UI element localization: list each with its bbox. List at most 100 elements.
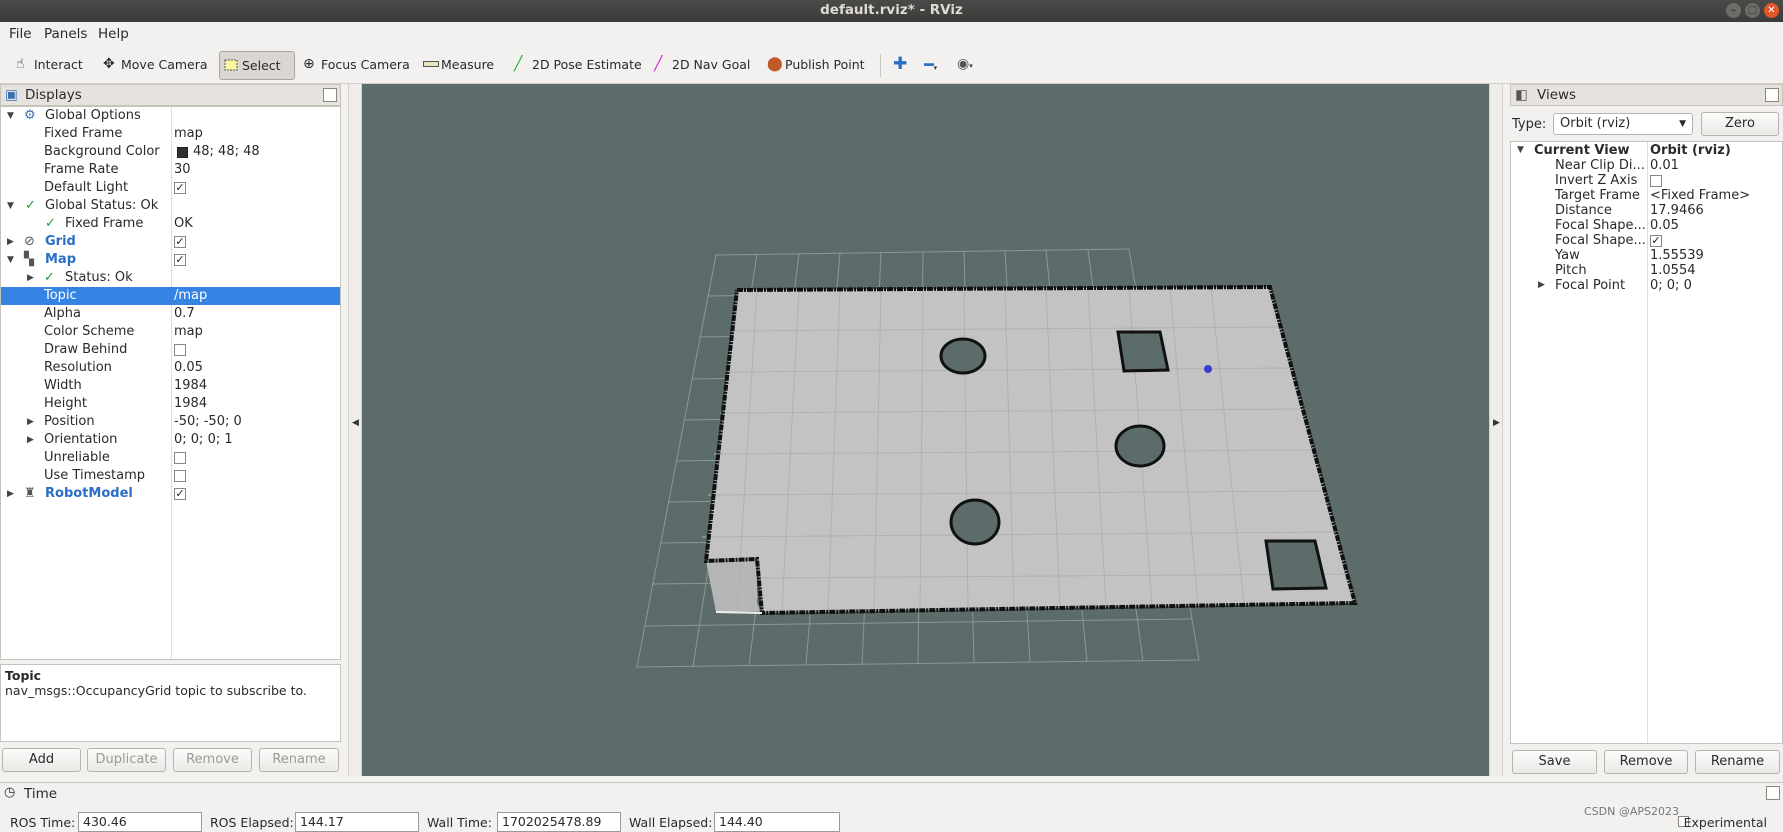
tree-row-invert-z[interactable]: Invert Z Axis: [1511, 173, 1782, 188]
remove-tool-minus-icon[interactable]: ━▾: [918, 51, 943, 80]
tree-row-target-frame[interactable]: Target Frame <Fixed Frame>: [1511, 188, 1782, 203]
left-panel-collapse-handle[interactable]: ◀: [348, 84, 362, 776]
tree-row-current-view[interactable]: ▼ Current View Orbit (rviz): [1511, 143, 1782, 158]
interact-tool-button[interactable]: ☝ Interact: [12, 51, 89, 80]
menu-file[interactable]: File: [9, 26, 32, 42]
tree-row-focal-shape-fixed[interactable]: Focal Shape... ✓: [1511, 233, 1782, 248]
view-type-select[interactable]: Orbit (rviz) ▼: [1553, 113, 1693, 135]
alpha-value[interactable]: 0.7: [174, 305, 195, 323]
tree-row-draw-behind[interactable]: Draw Behind: [1, 341, 340, 359]
tree-row-fixed-frame[interactable]: Fixed Frame map: [1, 125, 340, 143]
publish-point-tool-button[interactable]: ⬤ Publish Point: [763, 51, 871, 80]
tree-row-status-fixed-frame[interactable]: ✓ Fixed Frame OK: [1, 215, 340, 233]
unreliable-checkbox[interactable]: [174, 452, 186, 464]
menu-help[interactable]: Help: [98, 26, 129, 42]
tree-row-focal-point[interactable]: ▶ Focal Point 0; 0; 0: [1511, 278, 1782, 293]
draw-behind-checkbox[interactable]: [174, 344, 186, 356]
collapse-arrow-icon[interactable]: ▶: [1538, 278, 1545, 293]
add-display-button[interactable]: Add: [2, 748, 81, 772]
tree-row-color-scheme[interactable]: Color Scheme map: [1, 323, 340, 341]
tree-row-unreliable[interactable]: Unreliable: [1, 449, 340, 467]
tree-row-map-status[interactable]: ▶ ✓ Status: Ok: [1, 269, 340, 287]
tree-row-global-options[interactable]: ▼ ⚙ Global Options: [1, 107, 340, 125]
tree-row-width[interactable]: Width 1984: [1, 377, 340, 395]
expand-arrow-icon[interactable]: ▼: [1517, 143, 1524, 158]
use-timestamp-checkbox[interactable]: [174, 470, 186, 482]
remove-view-button[interactable]: Remove: [1604, 750, 1688, 774]
tree-row-pitch[interactable]: Pitch 1.0554: [1511, 263, 1782, 278]
maximize-icon[interactable]: □: [1745, 3, 1760, 18]
collapse-arrow-icon[interactable]: ▶: [27, 269, 34, 287]
topic-value[interactable]: /map: [174, 287, 207, 305]
ros-time-field[interactable]: 430.46: [78, 812, 202, 832]
robot-model-enabled-checkbox[interactable]: ✓: [174, 488, 186, 500]
tree-row-global-status[interactable]: ▼ ✓ Global Status: Ok: [1, 197, 340, 215]
tree-row-resolution[interactable]: Resolution 0.05: [1, 359, 340, 377]
tree-row-background-color[interactable]: Background Color 48; 48; 48: [1, 143, 340, 161]
minimize-icon[interactable]: –: [1726, 3, 1741, 18]
right-panel-collapse-handle[interactable]: ▶: [1489, 84, 1503, 776]
fixed-frame-value[interactable]: map: [174, 125, 203, 143]
expand-arrow-icon[interactable]: ▼: [7, 107, 14, 125]
tree-row-topic[interactable]: Topic /map: [1, 287, 340, 305]
add-tool-plus-icon[interactable]: ✚: [887, 51, 913, 80]
focal-shape-size-value[interactable]: 0.05: [1650, 218, 1679, 233]
undock-checkbox[interactable]: [323, 88, 337, 102]
map-enabled-checkbox[interactable]: ✓: [174, 254, 186, 266]
undock-checkbox[interactable]: [1766, 786, 1780, 800]
tree-row-orientation[interactable]: ▶ Orientation 0; 0; 0; 1: [1, 431, 340, 449]
rename-view-button[interactable]: Rename: [1695, 750, 1780, 774]
grid-enabled-checkbox[interactable]: ✓: [174, 236, 186, 248]
rename-display-button[interactable]: Rename: [259, 748, 339, 772]
duplicate-display-button[interactable]: Duplicate: [87, 748, 166, 772]
background-color-value[interactable]: 48; 48; 48: [193, 143, 260, 161]
collapse-arrow-icon[interactable]: ▶: [7, 233, 14, 251]
menu-panels[interactable]: Panels: [44, 26, 87, 42]
wall-elapsed-field[interactable]: 144.40: [714, 812, 840, 832]
focus-camera-tool-button[interactable]: ⊕ Focus Camera: [299, 51, 416, 80]
tree-row-yaw[interactable]: Yaw 1.55539: [1511, 248, 1782, 263]
yaw-value[interactable]: 1.55539: [1650, 248, 1704, 263]
zero-view-button[interactable]: Zero: [1701, 112, 1779, 136]
tree-row-default-light[interactable]: Default Light ✓: [1, 179, 340, 197]
select-tool-button[interactable]: Select: [219, 51, 295, 80]
tree-row-distance[interactable]: Distance 17.9466: [1511, 203, 1782, 218]
tree-row-alpha[interactable]: Alpha 0.7: [1, 305, 340, 323]
collapse-arrow-icon[interactable]: ▶: [27, 431, 34, 449]
pitch-value[interactable]: 1.0554: [1650, 263, 1696, 278]
measure-tool-button[interactable]: Measure: [419, 51, 500, 80]
tree-row-map[interactable]: ▼ ▚ Map ✓: [1, 251, 340, 269]
target-frame-value[interactable]: <Fixed Frame>: [1650, 188, 1750, 203]
tree-row-near-clip[interactable]: Near Clip Di... 0.01: [1511, 158, 1782, 173]
default-light-checkbox[interactable]: ✓: [174, 182, 186, 194]
near-clip-value[interactable]: 0.01: [1650, 158, 1679, 173]
ros-elapsed-field[interactable]: 144.17: [295, 812, 419, 832]
tree-row-height[interactable]: Height 1984: [1, 395, 340, 413]
collapse-arrow-icon[interactable]: ▶: [27, 413, 34, 431]
expand-arrow-icon[interactable]: ▼: [7, 197, 14, 215]
tree-row-use-timestamp[interactable]: Use Timestamp: [1, 467, 340, 485]
3d-render-viewport[interactable]: [362, 84, 1489, 776]
focal-shape-fixed-checkbox[interactable]: ✓: [1650, 235, 1662, 247]
color-swatch[interactable]: [177, 147, 188, 158]
distance-value[interactable]: 17.9466: [1650, 203, 1704, 218]
close-icon[interactable]: ✕: [1764, 3, 1779, 18]
save-view-button[interactable]: Save: [1512, 750, 1597, 774]
tree-row-grid[interactable]: ▶ ⊘ Grid ✓: [1, 233, 340, 251]
tree-row-focal-shape-size[interactable]: Focal Shape... 0.05: [1511, 218, 1782, 233]
expand-arrow-icon[interactable]: ▼: [7, 251, 14, 269]
eye-icon[interactable]: ◉▾: [951, 51, 979, 80]
remove-display-button[interactable]: Remove: [173, 748, 252, 772]
undock-checkbox[interactable]: [1765, 88, 1779, 102]
nav-goal-tool-button[interactable]: ╱ 2D Nav Goal: [650, 51, 756, 80]
focal-point-value[interactable]: 0; 0; 0: [1650, 278, 1692, 293]
wall-time-field[interactable]: 1702025478.89: [497, 812, 621, 832]
frame-rate-value[interactable]: 30: [174, 161, 191, 179]
tree-row-position[interactable]: ▶ Position -50; -50; 0: [1, 413, 340, 431]
invert-z-checkbox[interactable]: [1650, 175, 1662, 187]
tree-row-robot-model[interactable]: ▶ ♜ RobotModel ✓: [1, 485, 340, 503]
collapse-arrow-icon[interactable]: ▶: [7, 485, 14, 503]
color-scheme-value[interactable]: map: [174, 323, 203, 341]
move-camera-tool-button[interactable]: ✥ Move Camera: [99, 51, 214, 80]
tree-row-frame-rate[interactable]: Frame Rate 30: [1, 161, 340, 179]
